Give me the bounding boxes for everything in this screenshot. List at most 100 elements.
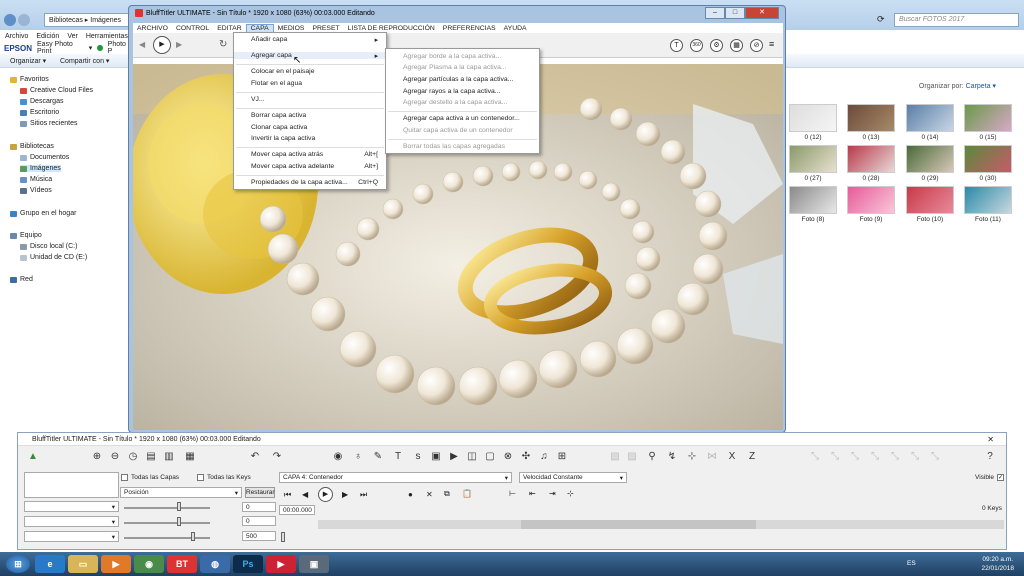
text-tool-icon[interactable]: T (670, 39, 683, 52)
cube-icon[interactable]: ▢ (483, 450, 497, 464)
maximize-button[interactable]: □ (725, 7, 745, 19)
text-icon[interactable]: T (391, 450, 405, 464)
epson-dropdown-icon[interactable]: ▾ (89, 44, 93, 52)
slider-3[interactable] (124, 537, 210, 539)
submenu-item-agregar-rayos[interactable]: Agregar rayos a la capa activa... (386, 88, 539, 95)
hamburger-menu-icon[interactable]: ≡ (769, 39, 774, 49)
slider-2[interactable] (124, 522, 210, 524)
copy-key-icon[interactable]: ⧉ (444, 489, 450, 499)
nav-descargas[interactable]: Descargas (20, 98, 63, 105)
menu-item-mover-adelante[interactable]: Mover capa activa adelante Alt+] (234, 163, 386, 170)
breadcrumb-libraries[interactable]: Bibliotecas (49, 17, 83, 24)
thumbnail[interactable]: Foto (9) (847, 186, 895, 224)
link-icon[interactable]: ⊗ (501, 450, 515, 464)
particles-icon[interactable]: ✣ (519, 450, 533, 464)
skip-back-icon[interactable]: ⏮ (284, 490, 291, 500)
time-field[interactable]: 00:00.000 (279, 505, 315, 515)
camera-icon[interactable]: ◉ (331, 450, 345, 464)
play-button[interactable]: ▶ (153, 36, 171, 54)
refresh-icon[interactable]: ⟳ (877, 14, 885, 25)
app-icon[interactable]: ▶ (266, 555, 296, 573)
menu-edicion[interactable]: Edición (36, 33, 59, 40)
delete-key-icon[interactable]: ✕ (426, 490, 433, 499)
menu-item-agregar-capa[interactable]: Agregar capa ▸ (234, 52, 386, 60)
reset-icon[interactable]: ↯ (665, 450, 679, 464)
sort-control[interactable]: Organizar por: Carpeta ▾ (919, 82, 996, 90)
move-c-icon[interactable]: ⤡ (848, 450, 862, 464)
submenu-item-quitar-contenedor[interactable]: Quitar capa activa de un contenedor (386, 127, 539, 134)
thumbnail[interactable]: 0 (12) (789, 104, 837, 142)
reflection-icon[interactable]: ⚲ (645, 450, 659, 464)
menu-control[interactable]: CONTROL (172, 25, 213, 32)
key-next-icon[interactable]: ⇥ (549, 489, 556, 498)
submenu-item-agregar-borde[interactable]: Agregar borde a la capa activa... (386, 53, 539, 60)
pen-icon[interactable]: ✎ (371, 450, 385, 464)
thumbnail[interactable]: 0 (30) (964, 145, 1012, 183)
sort-value[interactable]: Carpeta ▾ (966, 83, 996, 90)
menu-item-flotar-agua[interactable]: Flotar en el agua (234, 80, 386, 87)
thumbnail[interactable]: Foto (8) (789, 186, 837, 224)
axis-icon[interactable]: ⊹ (685, 450, 699, 464)
open-folder-icon[interactable]: ▤ (144, 450, 158, 464)
thumbnail[interactable]: 0 (14) (906, 104, 954, 142)
nav-musica[interactable]: Música (20, 176, 52, 183)
breadcrumb-images[interactable]: Imágenes (90, 17, 121, 24)
menu-medios[interactable]: MEDIOS (274, 25, 309, 32)
explorer-icon[interactable]: ▭ (68, 555, 98, 573)
s-layer-icon[interactable]: s (411, 450, 425, 464)
slider-1[interactable] (124, 507, 210, 509)
menu-herramientas[interactable]: Herramientas (86, 33, 128, 40)
menu-item-propiedades[interactable]: Propiedades de la capa activa... Ctrl+Q (234, 179, 386, 186)
media-player-icon[interactable]: ▶ (101, 555, 131, 573)
play-button[interactable]: ▶ (318, 487, 333, 502)
chrome-icon[interactable]: ◉ (134, 555, 164, 573)
nav-disco-local[interactable]: Disco local (C:) (20, 243, 77, 250)
checkbox-box[interactable]: ✓ (997, 474, 1005, 481)
position-select[interactable]: Posición ▾ (120, 487, 242, 498)
slider-3-thumb[interactable] (191, 532, 195, 541)
nav-bibliotecas[interactable]: Bibliotecas (10, 143, 54, 150)
globe-app-icon[interactable]: ◍ (200, 555, 230, 573)
step-forward-icon[interactable]: ▶ (342, 490, 348, 499)
step-back-icon[interactable]: ◀ (302, 490, 308, 499)
value-field-3[interactable]: 500 (242, 531, 276, 541)
submenu-item-agregar-contenedor[interactable]: Agregar capa activa a un contenedor... (386, 115, 539, 122)
ie-icon[interactable]: e (35, 555, 65, 573)
address-bar[interactable]: Bibliotecas ▸ Imágenes (44, 13, 134, 27)
nav-imagenes[interactable]: Imágenes (20, 165, 61, 172)
nav-red[interactable]: Red (10, 276, 33, 283)
film-strip-icon[interactable]: ▦ (183, 450, 197, 464)
epson-photo-print[interactable]: Photo P (108, 41, 130, 55)
close-button[interactable]: ✕ (987, 435, 994, 444)
move-d-icon[interactable]: ⤡ (868, 450, 882, 464)
key-prev-icon[interactable]: ⇤ (529, 489, 536, 498)
nav-favoritos[interactable]: Favoritos (10, 76, 49, 83)
menu-archivo[interactable]: ARCHIVO (133, 25, 172, 32)
thumbnail[interactable]: 0 (29) (906, 145, 954, 183)
menu-item-anadir-capa[interactable]: Añadir capa ▸ (234, 36, 386, 44)
add-layer-icon[interactable]: ⊕ (90, 450, 104, 464)
shape-icon[interactable]: ◫ (465, 450, 479, 464)
grid-icon[interactable]: ⊞ (555, 450, 569, 464)
thumbnail[interactable]: 0 (28) (847, 145, 895, 183)
menu-preferencias[interactable]: PREFERENCIAS (439, 25, 500, 32)
layer-select[interactable]: CAPA 4: Contenedor ▾ (279, 472, 512, 483)
checkbox-box[interactable] (197, 474, 204, 481)
picture-icon[interactable]: ▣ (429, 450, 443, 464)
param-select-1[interactable]: ▾ (24, 501, 119, 512)
menu-preset[interactable]: PRESET (308, 25, 343, 32)
z-axis-icon[interactable]: Z (745, 450, 759, 464)
forward-icon[interactable] (18, 14, 30, 26)
nav-grupo-hogar[interactable]: Grupo en el hogar (10, 210, 76, 217)
submenu-item-agregar-plasma[interactable]: Agregar Plasma a la capa activa... (386, 64, 539, 71)
move-e-icon[interactable]: ⤡ (888, 450, 902, 464)
slider-1-thumb[interactable] (177, 502, 181, 511)
move-a-icon[interactable]: ⤡ (808, 450, 822, 464)
music-icon[interactable]: ♫ (537, 450, 551, 464)
menu-item-colocar-paisaje[interactable]: Colocar en el paisaje (234, 68, 386, 75)
menu-item-invertir-capa[interactable]: Invertir la capa activa (234, 135, 386, 142)
submenu-item-agregar-destello[interactable]: Agregar destello a la capa activa... (386, 99, 539, 106)
nav-unidad-cd[interactable]: Unidad de CD (E:) (20, 254, 87, 261)
move-f-icon[interactable]: ⤡ (908, 450, 922, 464)
visible-checkbox[interactable]: Visible ✓ (975, 474, 1005, 481)
